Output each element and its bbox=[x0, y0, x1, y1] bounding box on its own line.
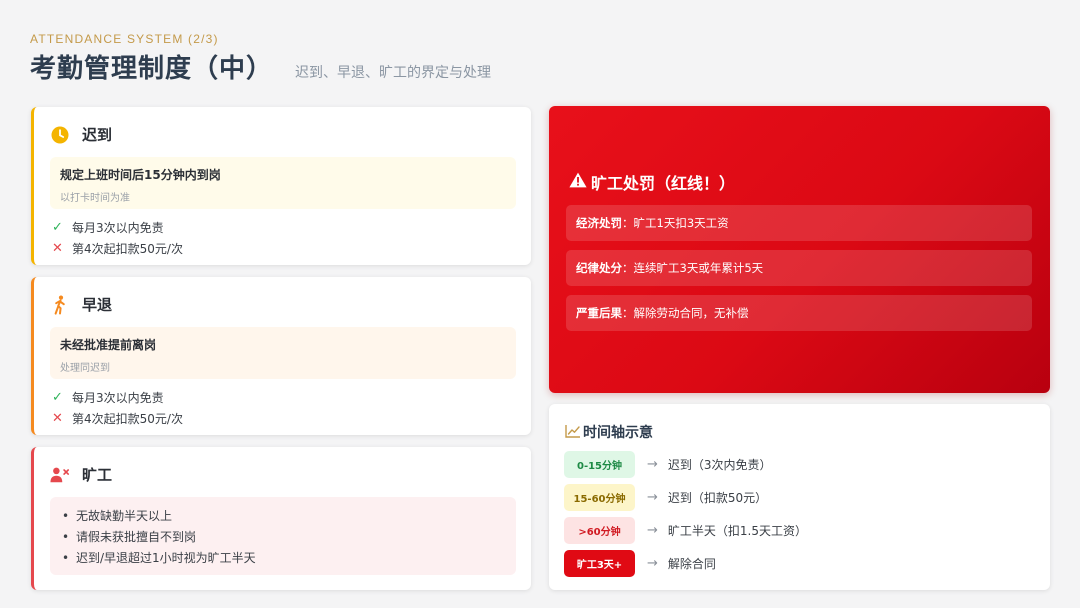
timeline-desc: 旷工半天（扣1.5天工资） bbox=[667, 524, 807, 538]
check-icon: ✓ bbox=[52, 390, 63, 405]
walking-person-icon bbox=[50, 295, 70, 315]
list-item: ✓ 每月3次以内免责 bbox=[52, 387, 531, 408]
penalty-card: 旷工处罚（红线！） 经济处罚 ：旷工1天扣3天工资 纪律处分 ：连续旷工3天或年累计… bbox=[549, 106, 1050, 393]
late-check-list: ✓ 每月3次以内免责 ✕ 第4次起扣款50元/次 bbox=[34, 209, 531, 259]
late-card: 迟到 规定上班时间后15分钟内到岗 以打卡时间为准 ✓ 每月3次以内免责 ✕ 第… bbox=[31, 107, 531, 265]
penalty-value: ：解除劳动合同，无补偿 bbox=[622, 306, 749, 320]
early-rule-note: 处理同迟到 bbox=[60, 363, 110, 374]
chart-line-icon bbox=[565, 423, 581, 442]
list-item-text: 无故缺勤半天以上 bbox=[76, 509, 173, 523]
eyebrow-text: ATTENDANCE SYSTEM (2/3) bbox=[30, 32, 219, 46]
early-leave-card: 早退 未经批准提前离岗 处理同迟到 ✓ 每月3次以内免责 ✕ 第4次起扣款50元… bbox=[31, 277, 531, 435]
arrow-right-icon: → bbox=[647, 556, 658, 571]
late-rule-note: 以打卡时间为准 bbox=[60, 193, 130, 204]
page-header: ATTENDANCE SYSTEM (2/3) 考勤管理制度（中） 迟到、早退、… bbox=[30, 32, 491, 85]
penalty-value: ：连续旷工3天或年累计5天 bbox=[622, 261, 764, 275]
early-leave-title: 早退 bbox=[82, 296, 113, 314]
list-item: • 迟到/早退超过1小时视为旷工半天 bbox=[62, 550, 256, 566]
absent-rule-box: • 无故缺勤半天以上 • 请假未获批擅自不到岗 • 迟到/早退超过1小时视为旷工半天 bbox=[50, 497, 516, 575]
penalty-title: 旷工处罚（红线！） bbox=[591, 174, 736, 193]
timeline-desc: 解除合同 bbox=[667, 557, 716, 571]
timeline-tag: >60分钟 bbox=[564, 517, 635, 544]
user-x-icon bbox=[50, 465, 70, 485]
list-item: • 请假未获批擅自不到岗 bbox=[62, 529, 197, 545]
list-item-text: 请假未获批擅自不到岗 bbox=[76, 530, 197, 544]
list-item: ✓ 每月3次以内免责 bbox=[52, 217, 531, 238]
check-icon: ✓ bbox=[52, 220, 63, 235]
list-item-text: 每月3次以内免责 bbox=[72, 391, 164, 405]
penalty-heading: 旷工处罚（红线！） bbox=[569, 170, 735, 194]
penalty-key: 经济处罚 bbox=[576, 216, 622, 230]
timeline-row: 旷工3天+ → 解除合同 bbox=[564, 550, 716, 577]
list-item: ✕ 第4次起扣款50元/次 bbox=[52, 408, 531, 429]
penalty-row: 严重后果 ：解除劳动合同，无补偿 bbox=[566, 295, 1032, 331]
timeline-row: 15-60分钟 → 迟到（扣款50元） bbox=[564, 484, 767, 511]
cross-icon: ✕ bbox=[52, 241, 63, 256]
list-item-text: 第4次起扣款50元/次 bbox=[72, 412, 183, 426]
timeline-desc: 迟到（3次内免责） bbox=[667, 458, 772, 472]
penalty-value: ：旷工1天扣3天工资 bbox=[622, 216, 729, 230]
timeline-card: 时间轴示意 0-15分钟 → 迟到（3次内免责） 15-60分钟 → 迟到（扣款… bbox=[549, 404, 1050, 590]
arrow-right-icon: → bbox=[647, 523, 658, 538]
timeline-desc: 迟到（扣款50元） bbox=[667, 491, 768, 505]
penalty-row: 经济处罚 ：旷工1天扣3天工资 bbox=[566, 205, 1032, 241]
early-rule-box: 未经批准提前离岗 处理同迟到 bbox=[50, 327, 516, 379]
list-item-text: 每月3次以内免责 bbox=[72, 221, 164, 235]
list-item: ✕ 第4次起扣款50元/次 bbox=[52, 238, 531, 259]
late-rule: 规定上班时间后15分钟内到岗 bbox=[60, 168, 221, 182]
warning-icon bbox=[569, 172, 587, 193]
timeline-row: 0-15分钟 → 迟到（3次内免责） bbox=[564, 451, 772, 478]
absent-card: 旷工 • 无故缺勤半天以上 • 请假未获批擅自不到岗 • 迟到/早退超过1小时视为旷工… bbox=[31, 447, 531, 590]
timeline-tag: 0-15分钟 bbox=[564, 451, 635, 478]
early-check-list: ✓ 每月3次以内免责 ✕ 第4次起扣款50元/次 bbox=[34, 379, 531, 429]
late-rule-box: 规定上班时间后15分钟内到岗 以打卡时间为准 bbox=[50, 157, 516, 209]
timeline-tag: 旷工3天+ bbox=[564, 550, 635, 577]
late-title: 迟到 bbox=[82, 126, 113, 144]
clock-icon bbox=[50, 125, 70, 145]
timeline-title: 时间轴示意 bbox=[583, 425, 653, 441]
timeline-tag: 15-60分钟 bbox=[564, 484, 635, 511]
penalty-row: 纪律处分 ：连续旷工3天或年累计5天 bbox=[566, 250, 1032, 286]
arrow-right-icon: → bbox=[647, 490, 658, 505]
list-item: • 无故缺勤半天以上 bbox=[62, 508, 173, 524]
list-item-text: 迟到/早退超过1小时视为旷工半天 bbox=[76, 551, 256, 565]
page-subtitle: 迟到、早退、旷工的界定与处理 bbox=[295, 65, 492, 81]
cross-icon: ✕ bbox=[52, 411, 63, 426]
penalty-key: 严重后果 bbox=[576, 306, 622, 320]
timeline-row: >60分钟 → 旷工半天（扣1.5天工资） bbox=[564, 517, 807, 544]
arrow-right-icon: → bbox=[647, 457, 658, 472]
early-rule: 未经批准提前离岗 bbox=[60, 338, 157, 352]
penalty-key: 纪律处分 bbox=[576, 261, 622, 275]
page-title: 考勤管理制度（中） bbox=[30, 54, 274, 84]
list-item-text: 第4次起扣款50元/次 bbox=[72, 242, 183, 256]
absent-title: 旷工 bbox=[82, 466, 113, 484]
